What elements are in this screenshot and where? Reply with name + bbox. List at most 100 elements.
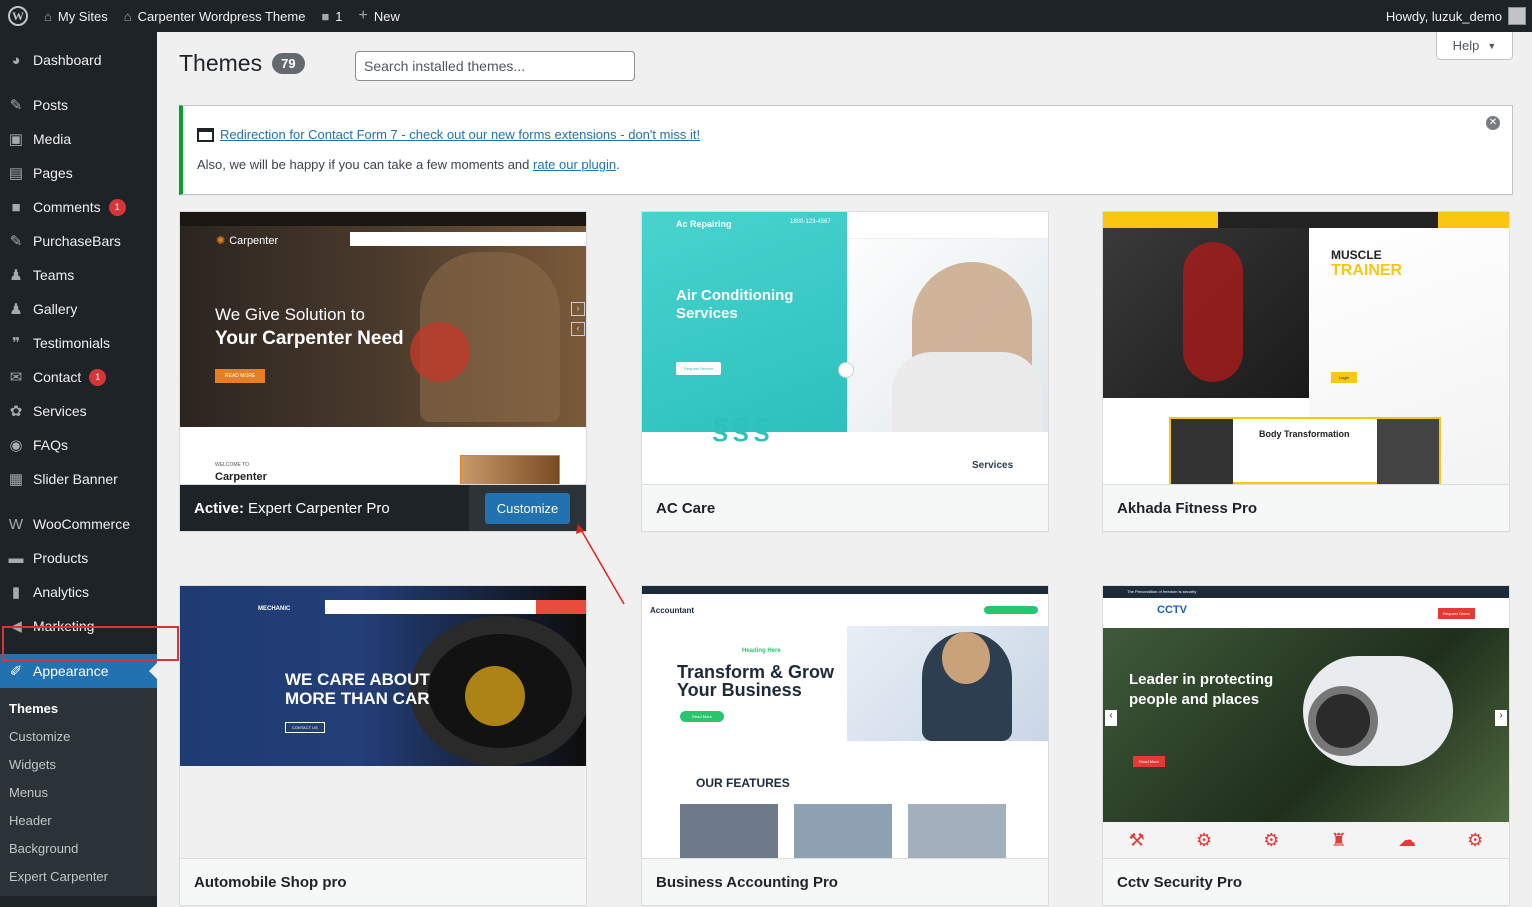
search-themes-input[interactable] <box>355 51 635 81</box>
sidebar-item-analytics[interactable]: ▮ Analytics <box>0 575 157 609</box>
submenu-item-expert-carpenter[interactable]: Expert Carpenter <box>0 862 157 890</box>
sidebar-item-pages[interactable]: ▤ Pages <box>0 156 157 190</box>
theme-footer: Business Accounting Pro <box>642 858 1048 905</box>
caret-down-icon: ▼ <box>1487 40 1497 51</box>
analytics-icon: ▮ <box>11 584 21 601</box>
sidebar-item-comments[interactable]: ■ Comments 1 <box>0 190 157 224</box>
testimonial-icon: ❞ <box>11 335 21 352</box>
sidebar-item-label: Products <box>33 550 89 566</box>
sidebar-item-label: Posts <box>33 97 69 113</box>
groups-icon: ♟ <box>9 301 23 318</box>
admin-bar: W ⌂ My Sites ⌂ Carpenter Wordpress Theme ■… <box>0 0 1532 32</box>
sidebar-item-products[interactable]: ▬ Products <box>0 541 157 575</box>
sidebar-item-dashboard[interactable]: ◕ Dashboard <box>0 43 157 77</box>
woo-icon: W <box>8 515 24 533</box>
theme-screenshot: MECHANIC WE CARE ABOUT MORE THAN CAR CON… <box>180 586 586 858</box>
groups-icon: ♟ <box>9 267 23 284</box>
services-icon: ✿ <box>9 403 23 420</box>
sidebar-item-label: Testimonials <box>33 335 111 351</box>
sidebar-item-label: Pages <box>33 165 73 181</box>
theme-screenshot: MUSCLE TRAINER Login Body Transformation <box>1103 212 1509 484</box>
my-sites-link[interactable]: ⌂ My Sites <box>36 0 116 32</box>
appearance-highlight-box <box>2 626 179 661</box>
help-button[interactable]: Help ▼ <box>1436 32 1513 60</box>
submenu-item-customize[interactable]: Customize <box>0 722 157 750</box>
sidebar-item-label: Analytics <box>33 584 90 600</box>
avatar <box>1508 7 1526 25</box>
plus-icon: + <box>358 7 368 24</box>
home-icon: ⌂ <box>123 8 132 24</box>
products-icon: ▬ <box>8 549 24 567</box>
dismiss-notice-icon[interactable]: ✕ <box>1486 116 1500 130</box>
sidebar-item-testimonials[interactable]: ❞ Testimonials <box>0 326 157 360</box>
theme-footer: Akhada Fitness Pro <box>1103 484 1509 531</box>
comments-link[interactable]: ■ 1 <box>313 0 350 32</box>
sidebar-item-label: PurchaseBars <box>33 233 121 249</box>
sidebar-item-label: Dashboard <box>33 52 102 68</box>
customize-button[interactable]: Customize <box>484 492 571 524</box>
sidebar-item-services[interactable]: ✿ Services <box>0 394 157 428</box>
sidebar-item-posts[interactable]: ✎ Posts <box>0 88 157 122</box>
sidebar-item-label: Media <box>33 131 72 147</box>
sidebar-item-teams[interactable]: ♟ Teams <box>0 258 157 292</box>
theme-card-expert-carpenter[interactable]: ✺ Carpenter We Give Solution to Your Carp… <box>179 211 587 532</box>
submenu-item-background[interactable]: Background <box>0 834 157 862</box>
pin-icon: ✎ <box>9 233 23 250</box>
sidebar-item-label: Teams <box>33 267 75 283</box>
theme-card-automobile-shop[interactable]: MECHANIC WE CARE ABOUT MORE THAN CAR CON… <box>179 585 587 906</box>
menu-separator <box>0 77 157 88</box>
sidebar-item-label: Contact <box>33 369 82 385</box>
brush-icon: ✐ <box>9 663 23 680</box>
my-sites-icon: ⌂ <box>44 8 52 24</box>
sidebar-item-label: Comments <box>33 199 101 215</box>
current-menu-arrow <box>149 663 157 679</box>
theme-card-akhada-fitness[interactable]: MUSCLE TRAINER Login Body Transformation… <box>1102 211 1510 532</box>
theme-count-badge: 79 <box>272 53 305 74</box>
menu-separator <box>0 496 157 507</box>
account-menu[interactable]: Howdy, luzuk_demo <box>1378 0 1532 32</box>
submenu-item-widgets[interactable]: Widgets <box>0 750 157 778</box>
faq-icon: ◉ <box>9 437 23 454</box>
theme-footer: Automobile Shop pro <box>180 858 586 905</box>
sidebar-item-label: Appearance <box>33 663 109 679</box>
sidebar-item-contact[interactable]: ✉ Contact 1 <box>0 360 157 394</box>
theme-screenshot: The Precondition of freedom is security … <box>1103 586 1509 858</box>
theme-screenshot: Accountant Heading Here Transform & Grow… <box>642 586 1048 858</box>
sidebar-item-woocommerce[interactable]: W WooCommerce <box>0 507 157 541</box>
theme-card-cctv-security[interactable]: The Precondition of freedom is security … <box>1102 585 1510 906</box>
sidebar-item-label: Slider Banner <box>33 471 118 487</box>
sidebar-item-label: WooCommerce <box>33 516 130 532</box>
main-content: Help▼ Themes 79 Redirection for Contact … <box>157 32 1532 907</box>
media-icon: ▣ <box>8 131 24 148</box>
submenu-item-header[interactable]: Header <box>0 806 157 834</box>
site-name-link[interactable]: ⌂ Carpenter Wordpress Theme <box>116 0 314 32</box>
theme-screenshot: Ac Repairing 1800-123-4567 Air Condition… <box>642 212 1048 484</box>
email-icon: ✉ <box>9 369 23 386</box>
sidebar-item-media[interactable]: ▣ Media <box>0 122 157 156</box>
sidebar-item-label: FAQs <box>33 437 69 453</box>
theme-footer: Cctv Security Pro <box>1103 858 1509 905</box>
form-icon <box>197 127 214 142</box>
page-title: Themes <box>179 50 263 76</box>
pin-icon: ✎ <box>9 97 23 114</box>
sidebar-item-purchasebars[interactable]: ✎ PurchaseBars <box>0 224 157 258</box>
theme-card-ac-care[interactable]: Ac Repairing 1800-123-4567 Air Condition… <box>641 211 1049 532</box>
dashboard-icon: ◕ <box>11 51 21 69</box>
wordpress-logo-button[interactable]: W <box>0 0 36 32</box>
sidebar-item-slider-banner[interactable]: ▦ Slider Banner <box>0 462 157 496</box>
sidebar-item-gallery[interactable]: ♟ Gallery <box>0 292 157 326</box>
comment-icon: ■ <box>321 8 330 24</box>
submenu-item-menus[interactable]: Menus <box>0 778 157 806</box>
new-content-link[interactable]: + New <box>351 0 408 32</box>
notice-link[interactable]: Redirection for Contact Form 7 - check o… <box>220 127 700 142</box>
sidebar-item-label: Gallery <box>33 301 78 317</box>
wordpress-icon: W <box>8 6 28 26</box>
submenu-item-themes[interactable]: Themes <box>0 694 157 722</box>
theme-footer: AC Care <box>642 484 1048 531</box>
count-badge: 1 <box>108 198 126 216</box>
comments-icon: ■ <box>11 198 21 216</box>
sidebar-item-faqs[interactable]: ◉ FAQs <box>0 428 157 462</box>
rate-plugin-link[interactable]: rate our plugin <box>533 157 616 172</box>
theme-card-business-accounting[interactable]: Accountant Heading Here Transform & Grow… <box>641 585 1049 906</box>
slider-icon: ▦ <box>8 471 24 488</box>
